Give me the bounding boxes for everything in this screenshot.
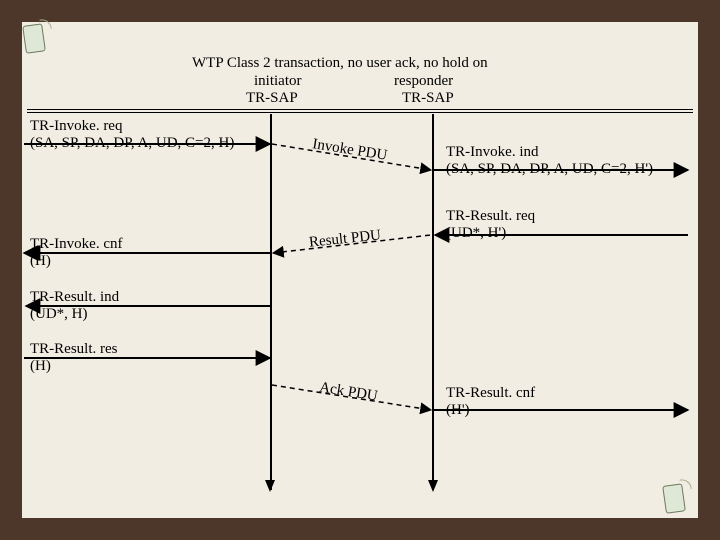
arrows-layer (22, 22, 720, 540)
sequence-diagram: WTP Class 2 transaction, no user ack, no… (0, 0, 720, 540)
